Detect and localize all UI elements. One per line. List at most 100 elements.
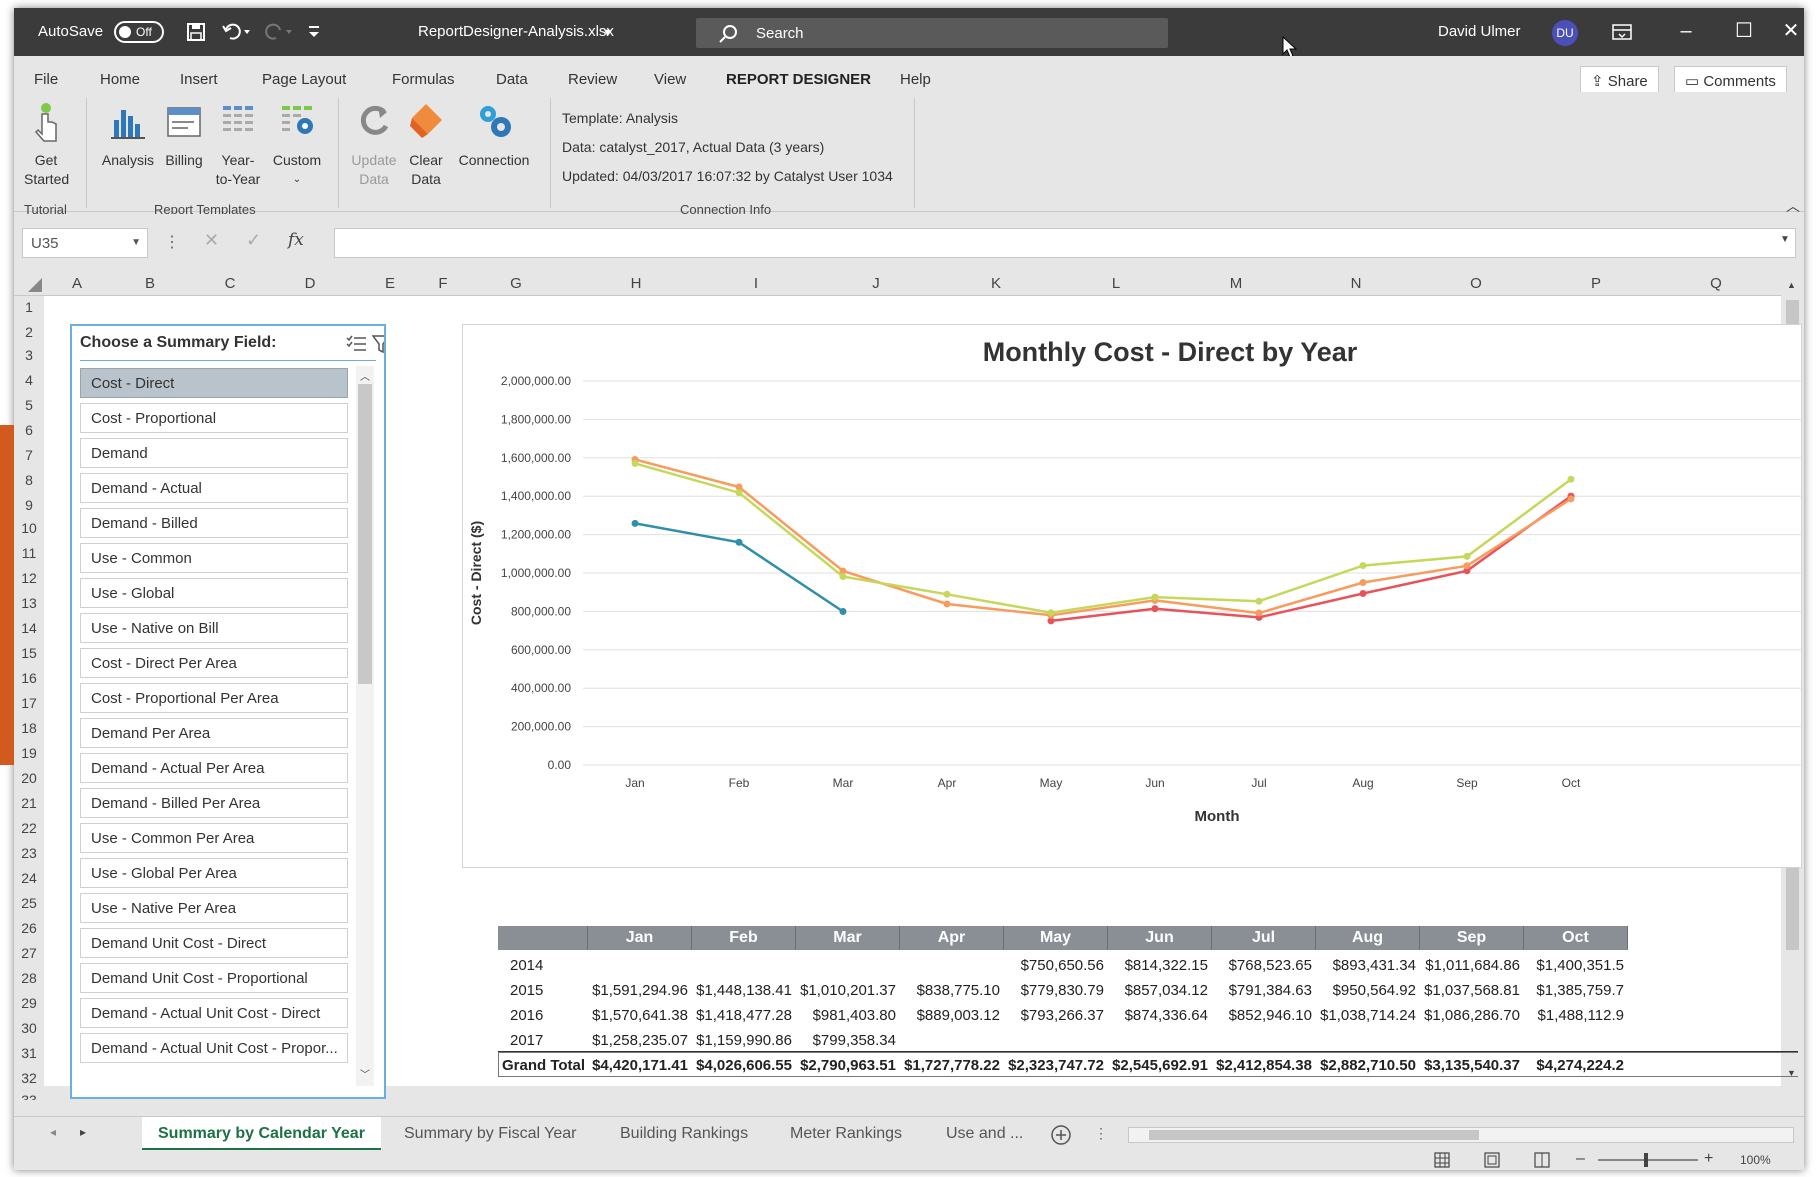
sheet-tab-summary-fiscal[interactable]: Summary by Fiscal Year: [404, 1125, 577, 1143]
save-icon[interactable]: [186, 22, 206, 42]
slicer-item[interactable]: Demand Unit Cost - Proportional: [80, 963, 348, 993]
chevron-down-icon[interactable]: ﹀: [360, 1066, 370, 1081]
slicer-item[interactable]: Demand - Billed Per Area: [80, 788, 348, 818]
slicer-item[interactable]: Use - Native Per Area: [80, 893, 348, 923]
zoom-slider[interactable]: [1598, 1159, 1698, 1161]
pivot-cell[interactable]: $1,159,990.86: [692, 1027, 796, 1052]
slicer-item[interactable]: Cost - Proportional: [80, 403, 348, 433]
horizontal-scrollbar[interactable]: [1128, 1127, 1794, 1143]
collapse-ribbon-icon[interactable]: ︿: [1786, 196, 1800, 216]
name-box[interactable]: U35 ▼: [22, 228, 148, 258]
expand-formula-bar-icon[interactable]: ▼: [1780, 234, 1790, 245]
pivot-cell[interactable]: $852,946.10: [1212, 1002, 1316, 1027]
pivot-row-label[interactable]: 2014: [502, 952, 543, 977]
pivot-cell[interactable]: $799,358.34: [796, 1027, 900, 1052]
row-header[interactable]: 8: [14, 472, 44, 488]
pivot-cell[interactable]: $1,086,286.70: [1420, 1002, 1524, 1027]
sheet-tab-summary-calendar[interactable]: Summary by Calendar Year: [142, 1117, 381, 1151]
row-header[interactable]: 5: [14, 397, 44, 413]
slicer-item[interactable]: Demand - Actual Unit Cost - Direct: [80, 998, 348, 1028]
scrollbar-thumb[interactable]: [1149, 1130, 1479, 1140]
ribbon-display-options-icon[interactable]: [1610, 20, 1634, 44]
row-header[interactable]: 27: [14, 945, 44, 961]
search-box[interactable]: Search: [696, 18, 1168, 48]
pivot-cell[interactable]: $1,038,714.24: [1316, 1002, 1420, 1027]
pivot-cell[interactable]: [1524, 1027, 1628, 1052]
redo-icon[interactable]: [264, 22, 294, 42]
column-header[interactable]: K: [936, 275, 1056, 292]
pivot-cell[interactable]: $1,400,351.5: [1524, 952, 1628, 977]
close-icon[interactable]: ✕: [1778, 16, 1804, 46]
maximize-icon[interactable]: ☐: [1724, 16, 1764, 46]
pivot-cell[interactable]: $874,336.64: [1108, 1002, 1212, 1027]
tab-data[interactable]: Data: [496, 71, 528, 88]
slicer-item[interactable]: Demand - Actual: [80, 473, 348, 503]
pivot-cell[interactable]: $893,431.34: [1316, 952, 1420, 977]
column-header[interactable]: D: [270, 275, 350, 292]
column-header[interactable]: O: [1416, 275, 1536, 292]
row-header[interactable]: 17: [14, 695, 44, 711]
custom-button[interactable]: Custom ⌄: [266, 100, 328, 189]
pivot-cell[interactable]: $838,775.10: [900, 977, 1004, 1002]
row-header[interactable]: 15: [14, 645, 44, 661]
tab-view[interactable]: View: [654, 71, 686, 88]
column-header[interactable]: F: [430, 275, 456, 292]
row-header[interactable]: 28: [14, 970, 44, 986]
row-header[interactable]: 19: [14, 745, 44, 761]
get-started-button[interactable]: Get Started: [24, 100, 69, 189]
row-header[interactable]: 16: [14, 670, 44, 686]
pivot-corner-header[interactable]: [498, 926, 588, 950]
pivot-row-label[interactable]: Grand Total: [494, 1052, 585, 1077]
row-header[interactable]: 18: [14, 720, 44, 736]
pivot-cell[interactable]: [1420, 1027, 1524, 1052]
pivot-column-header[interactable]: Sep: [1420, 926, 1524, 950]
column-header[interactable]: A: [44, 275, 110, 292]
pivot-cell[interactable]: $4,026,606.55: [692, 1052, 796, 1077]
pivot-cell[interactable]: $889,003.12: [900, 1002, 1004, 1027]
tab-formulas[interactable]: Formulas: [392, 71, 455, 88]
pivot-cell[interactable]: $1,418,477.28: [692, 1002, 796, 1027]
add-sheet-icon[interactable]: [1050, 1124, 1072, 1146]
row-header[interactable]: 20: [14, 770, 44, 786]
pivot-cell[interactable]: [900, 952, 1004, 977]
avatar[interactable]: DU: [1552, 20, 1578, 46]
column-header[interactable]: M: [1176, 275, 1296, 292]
tab-file[interactable]: File: [34, 71, 58, 88]
column-header[interactable]: J: [816, 275, 936, 292]
row-header[interactable]: 24: [14, 870, 44, 886]
slicer-item[interactable]: Use - Common: [80, 543, 348, 573]
column-header[interactable]: H: [576, 275, 696, 292]
row-header[interactable]: 31: [14, 1045, 44, 1061]
slicer-item[interactable]: Use - Common Per Area: [80, 823, 348, 853]
row-header[interactable]: 7: [14, 447, 44, 463]
scroll-up-icon[interactable]: ▲: [1787, 280, 1796, 290]
filename-dropdown-icon[interactable]: ▼: [602, 27, 613, 39]
row-header[interactable]: 29: [14, 995, 44, 1011]
pivot-cell[interactable]: [1004, 1027, 1108, 1052]
pivot-cell[interactable]: $1,037,568.81: [1420, 977, 1524, 1002]
tab-help[interactable]: Help: [900, 71, 931, 88]
row-header[interactable]: 32: [14, 1070, 44, 1086]
chevron-up-icon[interactable]: ︿: [360, 368, 370, 383]
row-header[interactable]: 14: [14, 620, 44, 636]
clear-data-button[interactable]: Clear Data: [402, 100, 450, 189]
pivot-cell[interactable]: $2,545,692.91: [1108, 1052, 1212, 1077]
comments-button[interactable]: ▭ Comments: [1674, 66, 1787, 94]
pivot-cell[interactable]: $2,882,710.50: [1316, 1052, 1420, 1077]
pivot-column-header[interactable]: Jun: [1108, 926, 1212, 950]
row-header[interactable]: 30: [14, 1020, 44, 1036]
slicer-item[interactable]: Use - Global: [80, 578, 348, 608]
pivot-cell[interactable]: $750,650.56: [1004, 952, 1108, 977]
connection-button[interactable]: Connection: [450, 100, 538, 170]
name-box-dropdown-icon[interactable]: ▼: [131, 237, 141, 248]
slicer-item[interactable]: Demand Unit Cost - Direct: [80, 928, 348, 958]
slicer-item[interactable]: Demand Per Area: [80, 718, 348, 748]
pivot-cell[interactable]: $981,403.80: [796, 1002, 900, 1027]
formula-input[interactable]: [334, 228, 1796, 258]
slicer-item[interactable]: Demand - Actual Per Area: [80, 753, 348, 783]
pivot-column-header[interactable]: Apr: [900, 926, 1004, 950]
pivot-column-header[interactable]: Mar: [796, 926, 900, 950]
chevron-down-icon[interactable]: ⌄: [266, 170, 328, 189]
enter-check-icon[interactable]: ✓: [246, 230, 261, 251]
row-header[interactable]: 21: [14, 795, 44, 811]
